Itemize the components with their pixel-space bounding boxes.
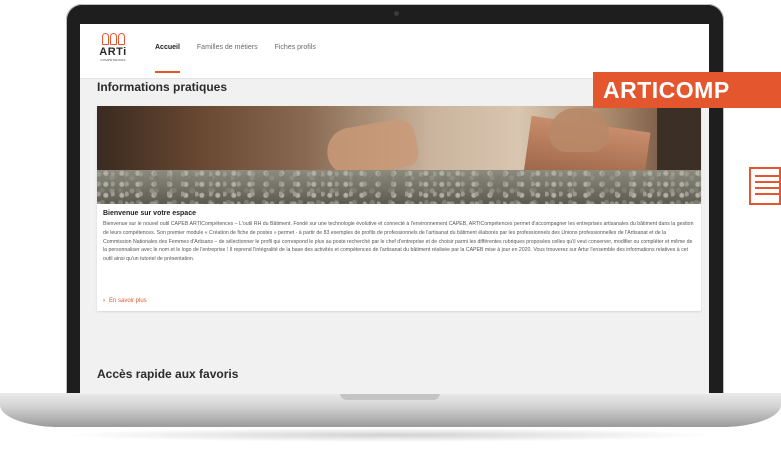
chevron-right-icon: ›: [103, 298, 105, 304]
hero-gravel: [97, 170, 701, 204]
brand-banner-text: ARTICOMP: [603, 77, 730, 103]
laptop-shadow: [60, 428, 720, 442]
camera-icon: [394, 11, 399, 16]
card-body-text: Bienvenue sur le nouvel outil CAPEB ARTI…: [103, 221, 694, 263]
card-title: Bienvenue sur votre espace: [103, 210, 196, 217]
logo-subtitle: COMPÉTENCES: [100, 58, 126, 62]
logo-text: ARTi: [99, 46, 127, 58]
document-list-icon: [749, 167, 781, 205]
top-navigation-bar: ARTi COMPÉTENCES Accueil Familles de mét…: [80, 24, 709, 79]
section-title-acces-rapide: Accès rapide aux favoris: [97, 367, 239, 381]
laptop-notch: [340, 393, 440, 400]
hero-image: [97, 106, 701, 204]
nav-item-accueil[interactable]: Accueil: [155, 44, 180, 73]
info-card: Bienvenue sur votre espace Bienvenue sur…: [97, 106, 701, 311]
section-title-informations-pratiques: Informations pratiques: [97, 80, 228, 94]
arti-logo[interactable]: ARTi COMPÉTENCES: [98, 33, 128, 73]
nav-item-fiches-profils[interactable]: Fiches profils: [275, 44, 316, 73]
hero-hand-right: [549, 108, 609, 152]
en-savoir-plus-link[interactable]: › En savoir plus: [103, 298, 147, 304]
people-logo-icon: [98, 33, 128, 45]
brand-banner: ARTICOMP: [593, 72, 781, 108]
main-nav: Accueil Familles de métiers Fiches profi…: [155, 44, 333, 73]
nav-item-familles-de-metiers[interactable]: Familles de métiers: [197, 44, 258, 73]
more-link-label: En savoir plus: [109, 298, 147, 304]
